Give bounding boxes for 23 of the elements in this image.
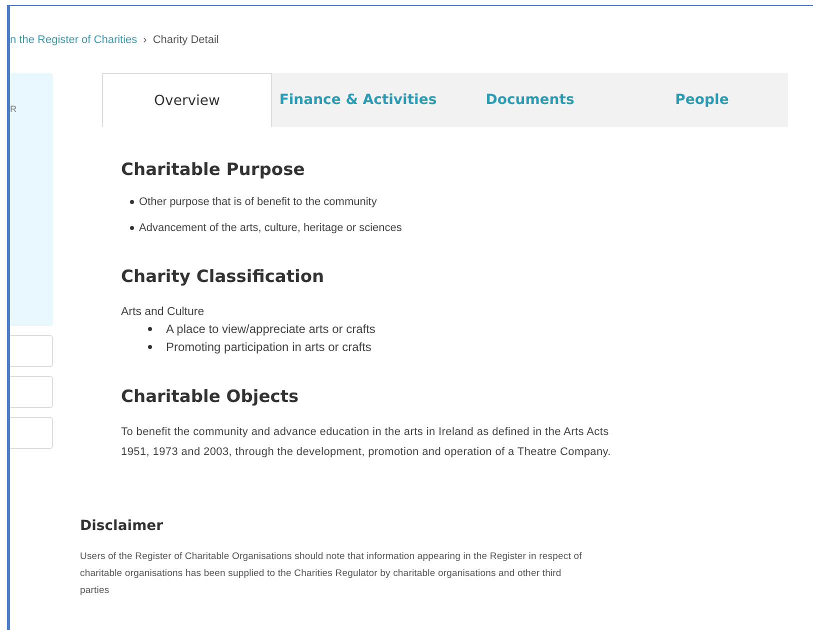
section-heading: Charitable Purpose — [121, 160, 305, 180]
section-heading: Charity Classification — [121, 267, 324, 287]
bullet-icon — [148, 327, 152, 331]
list-item: Advancement of the arts, culture, heritage or sciences — [139, 222, 402, 234]
disclaimer-text: Users of the Register of Charitable Organisations should note that information appearing in the Register in respect of charitable organisations has been supplied to the Charities Regulator by charitable organisations and other third parties — [80, 550, 583, 598]
category-label: Arts and Culture — [121, 306, 204, 318]
list-item: A place to view/appreciate arts or crafts — [166, 322, 376, 336]
tab[interactable]: Overview — [102, 73, 272, 127]
sidebar-box[interactable] — [10, 376, 53, 408]
section-heading: Charitable Objects — [121, 387, 299, 407]
breadcrumb-current: Charity Detail — [152, 34, 219, 46]
disclaimer-heading: Disclaimer — [80, 518, 164, 534]
breadcrumb-link[interactable]: n the Register of Charities — [10, 34, 138, 46]
bullet-icon — [130, 226, 134, 230]
sidebar-box[interactable] — [10, 335, 53, 367]
breadcrumb-separator: › — [143, 34, 147, 46]
objects-text: To benefit the community and advance education in the arts in Ireland as defined in the Arts Acts 1951, 1973 and 2003, through the development, promotion and operation of a Theatre Company. — [121, 425, 612, 460]
bullet-icon — [130, 200, 134, 204]
sidebar-label: R — [10, 104, 16, 114]
sidebar-box[interactable] — [10, 417, 53, 449]
list-item: Promoting participation in arts or crafts — [166, 340, 372, 354]
list-item: Other purpose that is of benefit to the community — [139, 196, 377, 208]
bullet-icon — [148, 345, 152, 349]
